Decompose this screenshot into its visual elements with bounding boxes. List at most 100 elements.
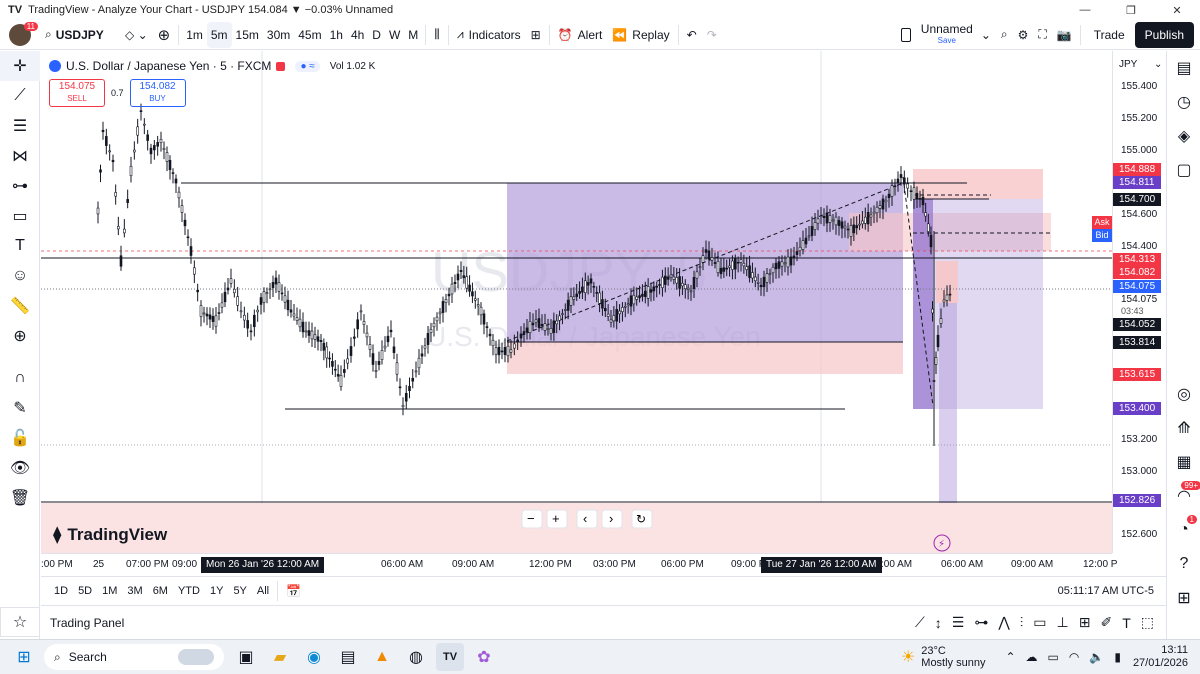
parallel-channel-icon[interactable]: ⫶ xyxy=(1020,614,1024,631)
notifications-button[interactable]: ◔ 1 xyxy=(1167,513,1200,547)
interval-5m[interactable]: 5m xyxy=(206,21,232,48)
price-scale[interactable]: JPY ⌄ 155.400 155.200 155.000 154.600 15… xyxy=(1112,51,1166,553)
measure-icon[interactable]: ⬚ xyxy=(1141,614,1154,631)
sell-button[interactable]: 154.075 SELL xyxy=(49,79,105,107)
battery-level-icon[interactable]: ▮ xyxy=(1114,650,1121,664)
interval-1m[interactable]: 1m xyxy=(182,22,207,48)
buy-button[interactable]: 154.082 BUY xyxy=(129,79,186,107)
redo-button[interactable]: ↷ xyxy=(702,22,722,48)
watchlist-button[interactable]: ▤ xyxy=(1167,51,1200,85)
range-5y[interactable]: 5Y xyxy=(228,585,251,597)
hide-tool[interactable]: 👁 xyxy=(0,453,40,483)
range-ytd[interactable]: YTD xyxy=(173,585,205,597)
remove-tool[interactable]: 🗑 xyxy=(0,483,40,513)
chart-type-button[interactable]: ⫼ xyxy=(429,22,445,48)
compare-button[interactable]: ⊕ xyxy=(153,22,176,48)
volume-icon[interactable]: 🔈 xyxy=(1089,650,1104,664)
currency-select[interactable]: JPY ⌄ xyxy=(1119,59,1162,70)
legend-title[interactable]: U.S. Dollar / Japanese Yen · 5 · FXCM xyxy=(66,59,271,73)
alerts-button[interactable]: ◷ xyxy=(1167,85,1200,119)
crosshair-tool[interactable]: ✛ xyxy=(0,51,40,81)
task-view-icon[interactable]: ▣ xyxy=(232,643,260,671)
trading-panel-tab[interactable]: Trading Panel xyxy=(50,616,124,630)
interval-30m[interactable]: 30m xyxy=(263,22,294,48)
target-button[interactable]: ◎ xyxy=(1167,377,1200,411)
range-6m[interactable]: 6M xyxy=(148,585,173,597)
text-tool[interactable]: T xyxy=(0,231,40,261)
indicators-button[interactable]: ⩘ Indicators xyxy=(452,22,526,48)
publish-button[interactable]: Publish xyxy=(1134,21,1194,48)
range-1m[interactable]: 1M xyxy=(97,585,122,597)
snapshot-button[interactable]: 📷 xyxy=(1052,22,1077,48)
rectangle-icon[interactable]: ▭ xyxy=(1033,614,1046,631)
range-all[interactable]: All xyxy=(252,585,274,597)
interval-M[interactable]: M xyxy=(404,22,422,48)
chart-pane[interactable]: USDJPY, 5 U.S. Dollar / Japanese Yen xyxy=(41,51,1112,553)
projection-icon[interactable]: ⊶ xyxy=(974,614,988,631)
layout-select[interactable]: Unnamed Save ⌄ xyxy=(896,22,996,48)
lock-tool[interactable]: 🔓 xyxy=(0,423,40,453)
templates-button[interactable]: ⊞ xyxy=(526,22,546,48)
undo-button[interactable]: ↶ xyxy=(682,22,702,48)
close-button[interactable]: ✕ xyxy=(1154,0,1200,20)
text-icon[interactable]: T xyxy=(1122,615,1131,631)
stay-drawing-tool[interactable]: ✎ xyxy=(0,393,40,423)
purple-mini-zone[interactable] xyxy=(939,303,957,503)
range-1y[interactable]: 1Y xyxy=(205,585,228,597)
chevron-up-icon[interactable]: ⌃ xyxy=(1005,650,1015,664)
interval-45m[interactable]: 45m xyxy=(294,22,325,48)
replay-button[interactable]: ⏪ Replay xyxy=(607,22,674,48)
shape-tool[interactable]: ▭ xyxy=(0,201,40,231)
measure-tool[interactable]: 📏 xyxy=(0,291,40,321)
path-icon[interactable]: ⊥ xyxy=(1057,614,1069,631)
emoji-tool[interactable]: ☺ xyxy=(0,261,40,291)
windows-start-icon[interactable]: ⊞ xyxy=(10,643,38,671)
trendline-icon[interactable]: ⟋ xyxy=(915,614,925,631)
vertical-line-icon[interactable]: ↕ xyxy=(935,615,942,631)
symbol-search[interactable]: ⌕ USDJPY xyxy=(40,22,120,48)
vlc-icon[interactable]: ▲ xyxy=(368,643,396,671)
file-explorer-icon[interactable]: ▰ xyxy=(266,643,294,671)
fib-tool[interactable]: ☰ xyxy=(0,111,40,141)
copilot-icon[interactable]: ✿ xyxy=(470,643,498,671)
interval-W[interactable]: W xyxy=(385,22,404,48)
goto-date-button[interactable]: 📅 xyxy=(281,578,306,604)
pattern-icon[interactable]: ⋀ xyxy=(998,614,1009,631)
favorites-button[interactable]: ☆ xyxy=(0,607,40,637)
range-1d[interactable]: 1D xyxy=(49,585,73,597)
grid-icon[interactable]: ⊞ xyxy=(1079,614,1091,631)
interval-1h[interactable]: 1h xyxy=(326,22,347,48)
time-axis[interactable]: :00 PM 25 07:00 PM 09:00 06:00 AM 09:00 AM 12:… xyxy=(41,553,1117,575)
purple-zone-3[interactable] xyxy=(913,199,933,409)
media-icon[interactable]: ◍ xyxy=(402,643,430,671)
diamond-dropdown[interactable]: ◇ ⌄ xyxy=(120,22,153,48)
calendar-button[interactable]: ▦ xyxy=(1167,445,1200,479)
interval-D[interactable]: D xyxy=(368,22,385,48)
help-button[interactable]: ? xyxy=(1167,547,1200,581)
chat-button[interactable]: ▢ xyxy=(1167,153,1200,187)
red-zone[interactable] xyxy=(507,342,903,374)
pattern-tool[interactable]: ⋈ xyxy=(0,141,40,171)
clock-readout[interactable]: 05:11:17 AM UTC-5 xyxy=(1058,585,1154,597)
price-chart[interactable]: USDJPY, 5 U.S. Dollar / Japanese Yen xyxy=(41,51,1112,553)
fib-icon[interactable]: ☰ xyxy=(952,614,965,631)
range-3m[interactable]: 3M xyxy=(122,585,147,597)
layers-button[interactable]: ◈ xyxy=(1167,119,1200,153)
minimize-button[interactable]: — xyxy=(1062,0,1108,20)
store-icon[interactable]: ▤ xyxy=(334,643,362,671)
trade-button[interactable]: Trade xyxy=(1084,22,1135,48)
projection-tool[interactable]: ⊶ xyxy=(0,171,40,201)
battery-icon[interactable]: ▭ xyxy=(1048,650,1059,664)
zoom-tool[interactable]: ⊕ xyxy=(0,321,40,351)
taskbar-clock[interactable]: 13:11 27/01/2026 xyxy=(1133,644,1188,670)
settings-button[interactable]: ⚙ xyxy=(1013,22,1034,48)
cloud-icon[interactable]: ☁ xyxy=(1026,650,1038,664)
fullscreen-button[interactable]: ⛶ xyxy=(1033,22,1051,48)
wifi-icon[interactable]: ◠ xyxy=(1069,650,1079,664)
weather-widget[interactable]: ☀ 23°C Mostly sunny xyxy=(901,645,986,669)
edge-icon[interactable]: ◉ xyxy=(300,643,328,671)
maximize-button[interactable]: ❐ xyxy=(1108,0,1154,20)
brush-icon[interactable]: ✐ xyxy=(1100,614,1112,631)
quick-search-button[interactable]: ⌕ xyxy=(996,22,1013,48)
tradingview-app-icon[interactable]: TV xyxy=(436,643,464,671)
